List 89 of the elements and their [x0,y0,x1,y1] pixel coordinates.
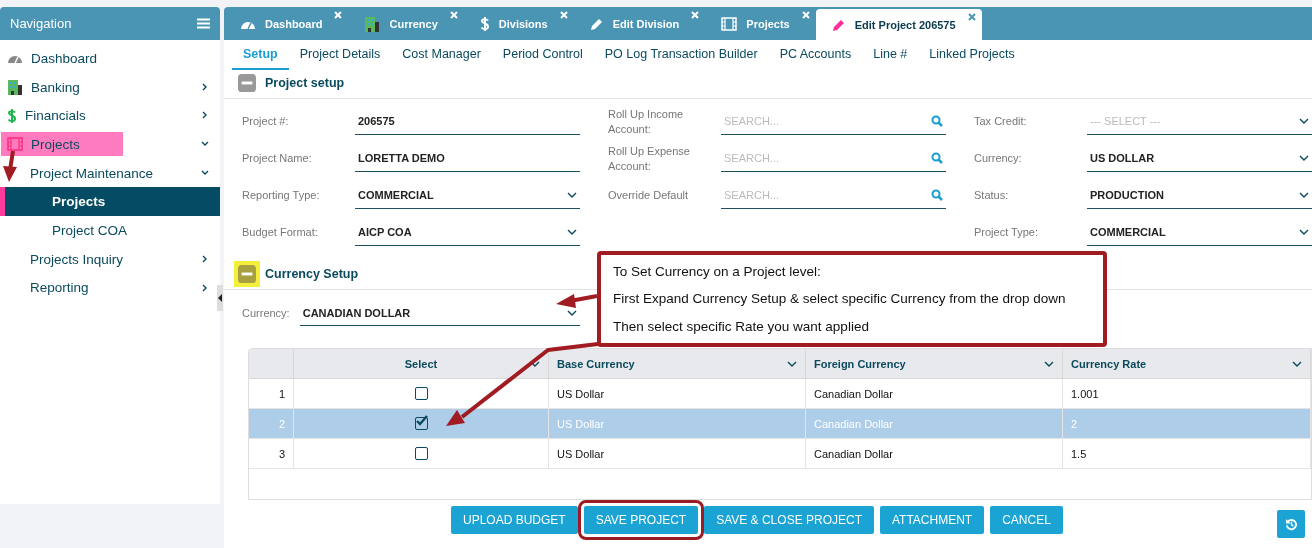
column-header[interactable]: Base Currency [549,349,806,379]
film-icon [721,16,738,31]
collapse-handle-icon[interactable] [217,285,223,311]
field-label: Project #: [242,114,290,129]
tab[interactable]: PC Accounts [768,44,863,70]
chevron-icon [1299,117,1309,125]
table-cell: US Dollar [557,447,605,460]
chevron-icon [1292,359,1302,368]
film-icon [7,137,23,152]
chevron-icon [567,228,577,236]
field-label: Budget Format: [242,225,319,240]
row-number: 3 [249,439,294,469]
checkbox[interactable] [414,447,428,460]
chevron-icon [530,359,540,368]
nav-item[interactable]: Reporting [5,275,95,300]
chevron-icon [1299,154,1309,162]
reset-button[interactable] [1277,510,1305,538]
field-label: Project Name: [242,151,313,166]
checkbox[interactable] [414,417,428,430]
chevron-icon [1044,359,1054,368]
column-header[interactable]: Foreign Currency [806,349,1063,379]
callout-text: First Expand Currency Setup & select specific Currency from the drop down [613,291,1067,307]
dropdown-field[interactable]: COMMERCIAL [355,182,580,209]
collapse-icon[interactable] [234,261,260,287]
dollar-icon [7,107,17,124]
dropdown-field[interactable]: PRODUCTION [1087,182,1312,209]
chevron-icon [567,191,577,199]
nav-item[interactable]: Projects Inquiry [5,247,130,272]
table-cell: Canadian Dollar [814,417,893,430]
field-label: Tax Credit: [974,114,1028,129]
table-cell: US Dollar [557,387,605,400]
field-label: Currency: [974,151,1023,166]
tab[interactable]: Cost Manager [391,44,492,70]
dollar-icon [479,15,490,32]
tab[interactable]: Edit Project 206575 [815,9,982,40]
close-icon[interactable] [967,13,976,21]
dropdown-field[interactable]: COMMERCIAL [1087,219,1312,246]
chevron-icon [566,308,577,317]
pencil-icon [589,16,604,31]
nav-item[interactable]: Project COA [5,218,134,243]
building-icon [364,15,381,32]
dropdown-field[interactable]: US DOLLAR [1087,145,1312,172]
nav-item[interactable]: Projects [1,132,123,157]
table-cell: 1.001 [1071,387,1099,400]
search-icon [931,115,943,127]
field-label: Project Type: [974,225,1039,240]
field-label: Currency: [242,305,290,321]
nav-item[interactable]: Financials [5,103,92,128]
column-header[interactable]: Select [294,349,549,379]
column-header[interactable]: Currency Rate [1063,349,1311,379]
input-field[interactable]: 206575 [355,108,580,135]
input-field[interactable]: LORETTA DEMO [355,145,580,172]
chevron-icon [1299,228,1309,236]
menu-icon[interactable] [197,18,210,29]
nav-item[interactable]: Project Maintenance [5,161,160,186]
tab[interactable]: Linked Projects [918,44,1026,70]
checkbox[interactable] [414,387,428,400]
tab[interactable]: Line # [862,44,919,70]
table-cell: US Dollar [557,417,605,430]
table-cell: Canadian Dollar [814,447,893,460]
section-title: Currency Setup [265,267,359,281]
nav-item[interactable]: Banking [5,75,86,100]
tab[interactable]: Project Details [288,44,392,70]
navigation-title: Navigation [10,16,72,31]
pencil-icon [831,17,846,32]
row-number: 2 [249,409,294,439]
history-icon [1284,517,1298,531]
section-title: Project setup [265,76,345,90]
callout-text: Then select specific Rate you want applied [613,318,870,334]
field-label: Roll Up Income Account: [608,106,685,137]
table-cell: Canadian Dollar [814,387,893,400]
table-cell: 1.5 [1071,447,1087,460]
dropdown-field[interactable]: AICP COA [355,219,580,246]
building-icon [7,79,23,96]
tab[interactable]: Period Control [491,44,594,70]
field-label: Reporting Type: [242,188,321,203]
field-label: Roll Up Expense Account: [608,143,691,174]
search-icon [931,189,943,201]
field-label: Override Default [608,188,690,203]
annotation-arrow [3,150,17,182]
chevron-icon [787,359,797,368]
callout-text: To Set Currency on a Project level: [613,264,822,280]
table-cell: 2 [1071,417,1078,430]
tab[interactable]: PO Log Transaction Builder [593,44,769,70]
field-label: Status: [974,188,1010,203]
search-icon [931,152,943,164]
chevron-icon [1299,191,1309,199]
row-number: 1 [249,379,294,409]
nav-item[interactable]: Dashboard [5,46,104,71]
